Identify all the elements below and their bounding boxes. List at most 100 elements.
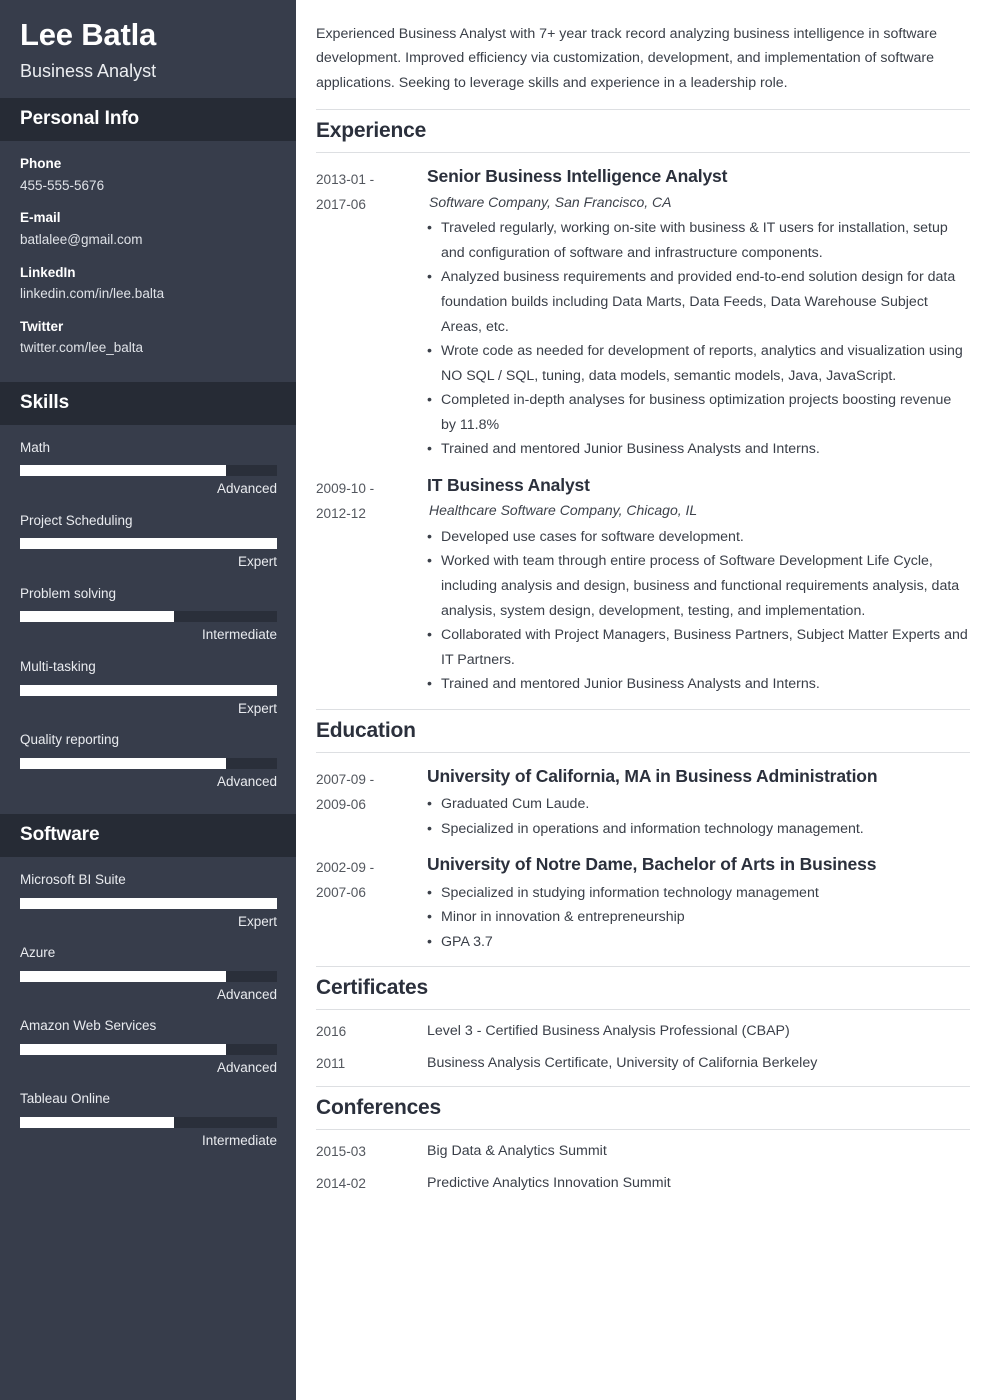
skill-level: Advanced xyxy=(216,481,277,497)
personal-info-list: Phone 455-555-5676 E-mail batlalee@gmail… xyxy=(0,141,296,381)
skill-bar-fill xyxy=(20,611,175,623)
section-title-certificates: Certificates xyxy=(316,966,970,1011)
certificate-text: Business Analysis Certificate, Universit… xyxy=(427,1055,818,1072)
software-bar-track xyxy=(20,1116,277,1128)
software-bar-fill xyxy=(20,970,226,982)
contact-item-twitter: Twitter twitter.com/lee_balta xyxy=(20,318,276,357)
bullet-item: Minor in innovation & entrepreneurship xyxy=(427,905,970,930)
software-name: Amazon Web Services xyxy=(20,1018,157,1034)
bullet-item: Graduated Cum Laude. xyxy=(427,792,970,817)
entry-date: 2013-01 - 2017-06 xyxy=(316,165,427,462)
conference-row: 2015-03 Big Data & Analytics Summit xyxy=(316,1142,970,1162)
section-experience: Experience 2013-01 - 2017-06 Senior Busi… xyxy=(316,109,970,697)
skill-name: Project Scheduling xyxy=(20,512,133,528)
professional-summary: Experienced Business Analyst with 7+ yea… xyxy=(316,26,938,91)
contact-item-email: E-mail batlalee@gmail.com xyxy=(20,209,276,248)
job-title: Business Analyst xyxy=(20,60,157,81)
bullet-item: Completed in-depth analyses for business… xyxy=(427,388,970,437)
sidebar-section-personal-info-heading: Personal Info xyxy=(0,98,296,142)
bullet-item: Traveled regularly, working on-site with… xyxy=(427,216,970,265)
name-block: Lee Batla Business Analyst xyxy=(0,0,296,99)
software-item: Tableau Online Intermediate xyxy=(20,1090,277,1149)
contact-label: Phone xyxy=(20,156,62,172)
experience-entry: 2009-10 - 2012-12 IT Business Analyst He… xyxy=(316,474,970,697)
skill-level: Intermediate xyxy=(201,627,277,643)
contact-label: LinkedIn xyxy=(20,264,76,280)
section-title-education: Education xyxy=(316,708,970,753)
software-bar-fill xyxy=(20,1116,175,1128)
bullet-item: Trained and mentored Junior Business Ana… xyxy=(427,672,970,697)
skill-bar-fill xyxy=(20,684,277,696)
entry-subtitle: Healthcare Software Company, Chicago, IL xyxy=(429,502,698,519)
section-title-conferences: Conferences xyxy=(316,1086,970,1131)
contact-value[interactable]: 455-555-5676 xyxy=(20,177,276,195)
section-education: Education 2007-09 - 2009-06 University o… xyxy=(316,708,970,955)
entry-title: University of California, MA in Business… xyxy=(427,765,878,786)
contact-value[interactable]: batlalee@gmail.com xyxy=(20,231,276,249)
skill-bar-track xyxy=(20,684,277,696)
full-name: Lee Batla xyxy=(20,17,157,52)
entry-date-end: 2012-12 xyxy=(316,506,366,522)
experience-entry: 2013-01 - 2017-06 Senior Business Intell… xyxy=(316,165,970,462)
software-bar-track xyxy=(20,1043,277,1055)
contact-value[interactable]: twitter.com/lee_balta xyxy=(20,339,276,357)
entry-body: University of Notre Dame, Bachelor of Ar… xyxy=(427,853,970,954)
skill-bar-track xyxy=(20,757,277,769)
entry-date: 2007-09 - 2009-06 xyxy=(316,765,427,842)
software-name: Microsoft BI Suite xyxy=(20,872,126,888)
software-level: Intermediate xyxy=(201,1132,277,1148)
entry-bullets: Traveled regularly, working on-site with… xyxy=(427,216,970,462)
section-certificates: Certificates 2016 Level 3 - Certified Bu… xyxy=(316,966,970,1074)
contact-item-linkedin: LinkedIn linkedin.com/in/lee.balta xyxy=(20,264,276,303)
skill-bar-fill xyxy=(20,538,277,550)
contact-value[interactable]: linkedin.com/in/lee.balta xyxy=(20,285,276,303)
certificate-date: 2016 xyxy=(316,1024,347,1040)
entry-date: 2002-09 - 2007-06 xyxy=(316,853,427,954)
entry-date: 2009-10 - 2012-12 xyxy=(316,474,427,697)
skill-item: Multi-tasking Expert xyxy=(20,658,277,717)
entry-date-end: 2009-06 xyxy=(316,796,366,812)
certificate-text: Level 3 - Certified Business Analysis Pr… xyxy=(427,1023,790,1040)
software-list: Microsoft BI Suite Expert Azure Advanced… xyxy=(0,857,296,1173)
skill-bar-track xyxy=(20,611,277,623)
sidebar-section-software-heading: Software xyxy=(0,814,296,858)
entry-body: IT Business Analyst Healthcare Software … xyxy=(427,474,970,697)
bullet-item: Specialized in studying information tech… xyxy=(427,881,970,906)
software-item: Microsoft BI Suite Expert xyxy=(20,871,277,930)
section-conferences: Conferences 2015-03 Big Data & Analytics… xyxy=(316,1086,970,1194)
software-level: Advanced xyxy=(216,986,277,1002)
bullet-item: Worked with team through entire process … xyxy=(427,549,970,623)
software-item: Amazon Web Services Advanced xyxy=(20,1017,277,1076)
software-bar-fill xyxy=(20,897,277,909)
resume-document: Lee Batla Business Analyst Personal Info… xyxy=(0,0,990,1400)
bullet-item: Collaborated with Project Managers, Busi… xyxy=(427,623,970,672)
sidebar: Lee Batla Business Analyst Personal Info… xyxy=(0,0,296,1400)
entry-date-start: 2002-09 - xyxy=(316,860,375,876)
certificate-date: 2011 xyxy=(316,1056,346,1072)
main-content: Experienced Business Analyst with 7+ yea… xyxy=(296,0,990,1400)
skill-name: Multi-tasking xyxy=(20,658,96,674)
entry-date-start: 2013-01 - xyxy=(316,172,375,188)
skill-bar-track xyxy=(20,538,277,550)
skill-item: Quality reporting Advanced xyxy=(20,731,277,790)
skill-bar-fill xyxy=(20,465,226,477)
bullet-item: Specialized in operations and informatio… xyxy=(427,817,970,842)
software-bar-fill xyxy=(20,1043,226,1055)
bullet-item: Developed use cases for software develop… xyxy=(427,525,970,550)
entry-date-start: 2009-10 - xyxy=(316,480,375,496)
conference-row: 2014-02 Predictive Analytics Innovation … xyxy=(316,1174,970,1194)
bullet-item: GPA 3.7 xyxy=(427,930,970,955)
software-level: Advanced xyxy=(216,1059,277,1075)
software-bar-track xyxy=(20,970,277,982)
software-name: Tableau Online xyxy=(20,1091,111,1107)
software-name: Azure xyxy=(20,945,56,961)
skill-level: Expert xyxy=(237,700,277,716)
entry-body: Senior Business Intelligence Analyst Sof… xyxy=(427,165,970,462)
certificate-row: 2011 Business Analysis Certificate, Univ… xyxy=(316,1054,970,1074)
entry-bullets: Specialized in studying information tech… xyxy=(427,881,970,955)
skill-item: Problem solving Intermediate xyxy=(20,585,277,644)
education-entry: 2007-09 - 2009-06 University of Californ… xyxy=(316,765,970,842)
certificate-row: 2016 Level 3 - Certified Business Analys… xyxy=(316,1022,970,1042)
conference-date: 2014-02 xyxy=(316,1176,366,1192)
conference-text: Big Data & Analytics Summit xyxy=(427,1143,607,1160)
